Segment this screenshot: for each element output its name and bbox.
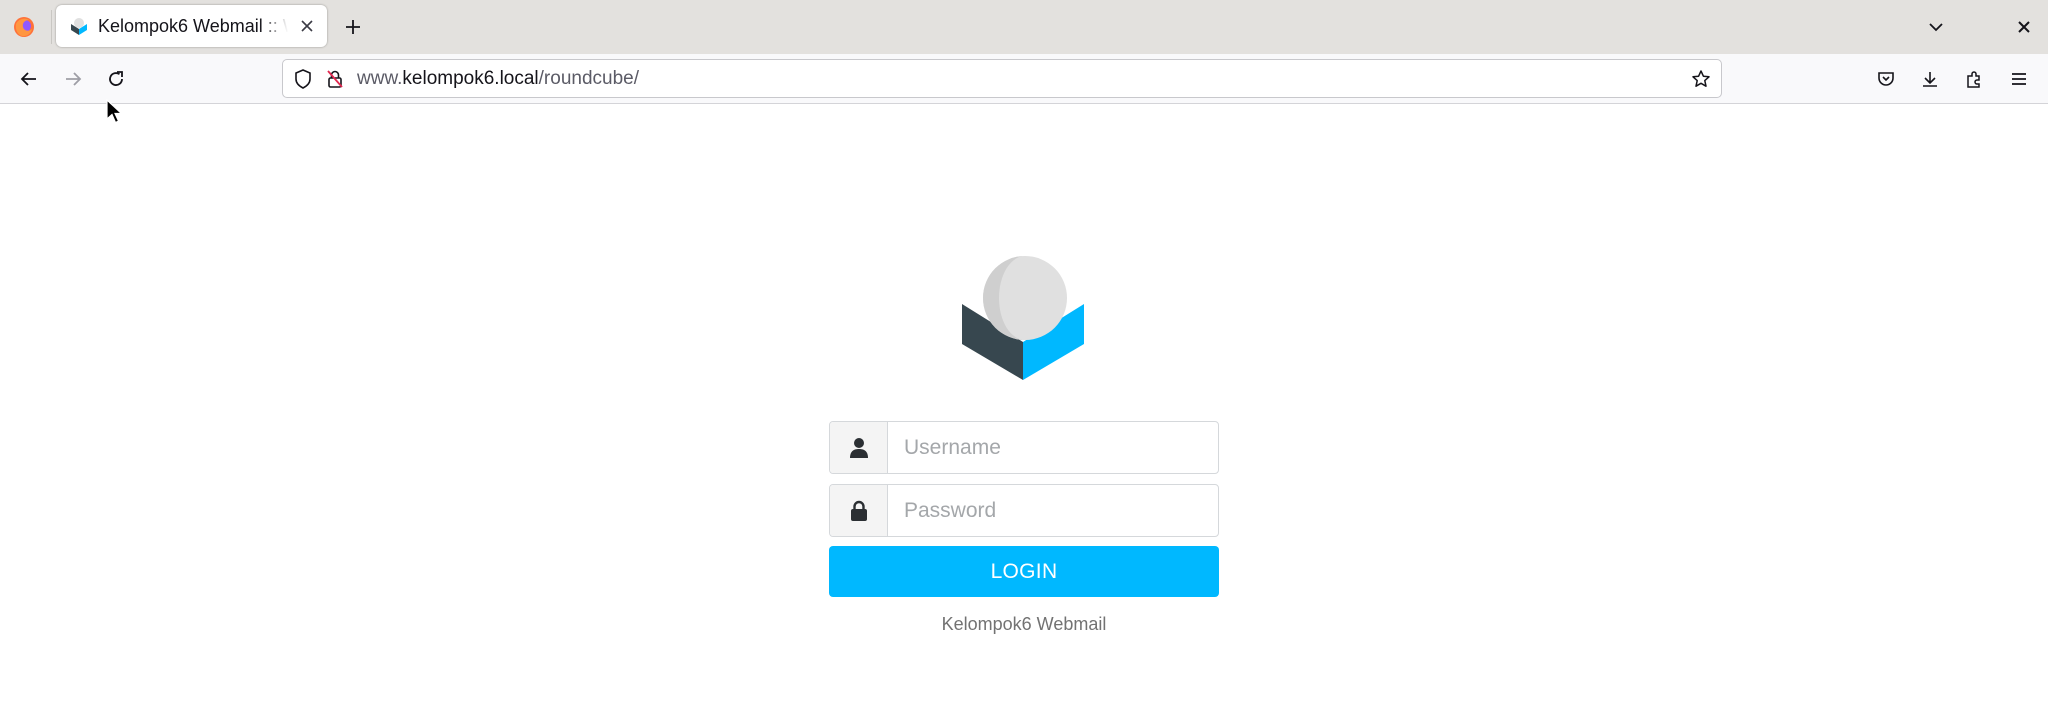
close-icon[interactable] [295,14,319,38]
chevron-down-icon[interactable] [1922,13,1950,41]
forward-arrow-icon[interactable] [57,63,89,95]
url-text[interactable]: www.kelompok6.local/roundcube/ [357,68,639,90]
url-bar[interactable]: www.kelompok6.local/roundcube/ [282,59,1722,98]
reload-icon[interactable] [100,63,132,95]
url-prefix: www. [357,68,403,89]
download-icon[interactable] [1914,63,1946,95]
user-icon [830,422,888,473]
star-icon[interactable] [1689,67,1713,91]
roundcube-logo [962,256,1084,380]
password-field [829,484,1219,537]
extensions-icon[interactable] [1958,63,1990,95]
nav-bar: www.kelompok6.local/roundcube/ [0,54,2048,104]
tab-strip: Kelompok6 Webmail :: Welcome to Kelompok… [0,0,2048,54]
back-arrow-icon[interactable] [13,63,45,95]
shield-icon[interactable] [292,68,314,90]
password-input[interactable] [889,485,1218,536]
roundcube-favicon [71,18,87,35]
lock-icon [830,485,888,536]
mouse-cursor-icon [106,99,124,124]
tab-strip-separator [51,10,52,44]
url-path: /roundcube/ [538,68,640,89]
pocket-icon[interactable] [1870,63,1902,95]
url-host: kelompok6.local [402,68,539,89]
tab-title: Kelompok6 Webmail :: Welcome to Kelompok… [98,15,288,36]
hamburger-menu-icon[interactable] [2003,63,2035,95]
tab-active[interactable]: Kelompok6 Webmail :: Welcome to Kelompok… [56,5,327,47]
login-button[interactable]: LOGIN [829,546,1219,597]
plus-icon[interactable] [339,13,367,41]
firefox-icon[interactable] [11,14,37,40]
window-close-icon[interactable] [2010,13,2038,41]
username-input[interactable] [889,422,1218,473]
footer-product-name: Kelompok6 Webmail [941,614,1107,634]
insecure-lock-icon[interactable] [324,68,346,90]
username-field [829,421,1219,474]
